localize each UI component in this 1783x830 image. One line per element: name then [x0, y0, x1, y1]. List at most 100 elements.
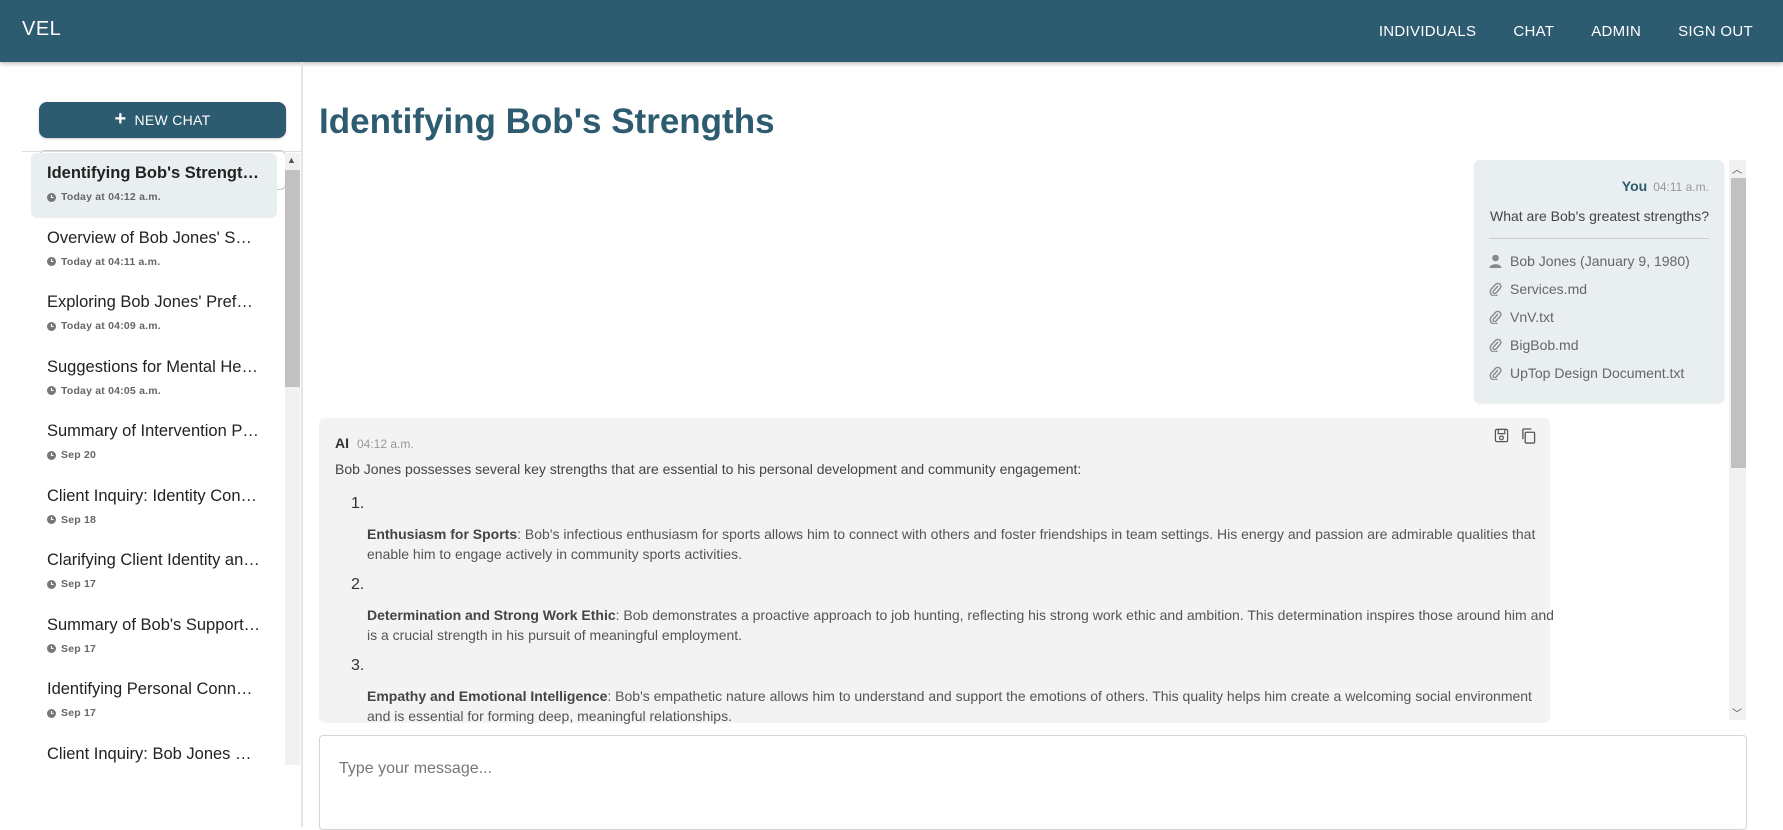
clock-icon: [47, 515, 56, 524]
clock-icon: [47, 579, 56, 589]
list-number: 1.: [351, 495, 365, 512]
messages-scrollbar-thumb[interactable]: [1731, 178, 1746, 468]
new-chat-button[interactable]: + NEW CHAT: [39, 102, 286, 138]
paperclip-icon: [1489, 366, 1502, 380]
main-nav: INDIVIDUALS CHAT ADMIN SIGN OUT: [1379, 0, 1753, 62]
chat-list-item[interactable]: Summary of Intervention Plan Sep 20: [31, 411, 277, 476]
context-person-label: Bob Jones (January 9, 1980): [1510, 253, 1690, 269]
chat-list: Identifying Bob's Strengths Today at 04:…: [31, 153, 277, 765]
clock-icon: [47, 386, 56, 395]
chat-time: Sep 17: [47, 643, 277, 655]
ai-message-bubble: AI 04:12 a.m. Bob Jones possesses severa…: [319, 418, 1554, 726]
message-input[interactable]: [339, 760, 1719, 800]
chat-title: Client Inquiry: Bob Jones Details: [47, 744, 261, 763]
ai-strengths-list: 1. Enthusiasm for Sports: Bob's infectio…: [335, 495, 1554, 726]
chat-list-item-active[interactable]: Identifying Bob's Strengths Today at 04:…: [31, 153, 277, 218]
user-message-text: What are Bob's greatest strengths?: [1489, 208, 1709, 224]
paperclip-icon: [1489, 338, 1502, 352]
message-actions: [1494, 428, 1536, 444]
scroll-up-arrow-icon[interactable]: ▲: [287, 155, 296, 165]
paperclip-icon: [1489, 282, 1502, 296]
list-item-heading: Empathy and Emotional Intelligence: [367, 688, 608, 704]
chat-title: Overview of Bob Jones' Support Services: [47, 228, 261, 247]
message-composer: [319, 735, 1747, 830]
chat-title: Client Inquiry: Identity Confirmation: [47, 486, 261, 505]
new-chat-label: NEW CHAT: [134, 112, 211, 128]
chat-list-item[interactable]: Identifying Personal Connections Sep 17: [31, 669, 277, 734]
nav-admin[interactable]: ADMIN: [1591, 23, 1641, 40]
user-message-bubble: You 04:11 a.m. What are Bob's greatest st…: [1474, 160, 1724, 403]
chat-time: Today at 04:05 a.m.: [47, 385, 277, 397]
context-person[interactable]: Bob Jones (January 9, 1980): [1489, 247, 1709, 275]
chat-time-text: Today at 04:09 a.m.: [61, 320, 161, 332]
attachment-item[interactable]: Services.md: [1489, 275, 1709, 303]
chat-list-item[interactable]: Exploring Bob Jones' Preferences Today a…: [31, 282, 277, 347]
chat-time: Sep 20: [47, 449, 277, 461]
clock-icon: [47, 321, 56, 331]
save-icon[interactable]: [1494, 428, 1509, 443]
list-number: 3.: [351, 657, 365, 674]
top-navbar: VEL INDIVIDUALS CHAT ADMIN SIGN OUT: [0, 0, 1783, 62]
attachment-item[interactable]: UpTop Design Document.txt: [1489, 359, 1709, 387]
attachment-item[interactable]: VnV.txt: [1489, 303, 1709, 331]
attachment-item[interactable]: BigBob.md: [1489, 331, 1709, 359]
chat-title: Summary of Bob's Support Network: [47, 615, 261, 634]
attachment-name: UpTop Design Document.txt: [1510, 365, 1685, 381]
message-time: 04:12 a.m.: [357, 437, 414, 451]
list-item-heading: Determination and Strong Work Ethic: [367, 607, 616, 623]
list-item-text: Empathy and Emotional Intelligence: Bob'…: [367, 686, 1557, 726]
nav-chat[interactable]: CHAT: [1513, 23, 1554, 40]
chat-time-text: Sep 17: [61, 578, 97, 590]
clock-icon: [47, 450, 56, 460]
chat-list-item[interactable]: Clarifying Client Identity and Needs Sep…: [31, 540, 277, 605]
list-item: 3. Empathy and Emotional Intelligence: B…: [351, 657, 1534, 726]
chat-title: Exploring Bob Jones' Preferences: [47, 293, 261, 311]
chat-time-text: Sep 17: [61, 642, 97, 655]
sidebar-scrollbar-thumb[interactable]: [285, 170, 300, 387]
chat-time: Today at 04:12 a.m.: [47, 191, 277, 203]
chat-list-item[interactable]: Client Inquiry: Bob Jones Details: [31, 734, 277, 766]
list-item-text: Determination and Strong Work Ethic: Bob…: [367, 605, 1557, 645]
chat-time-text: Sep 17: [61, 707, 97, 719]
chat-time: Today at 04:09 a.m.: [47, 320, 277, 332]
person-icon: [1489, 254, 1502, 268]
message-header: AI 04:12 a.m.: [335, 435, 1534, 451]
chat-time-text: Today at 04:11 a.m.: [61, 255, 161, 268]
attachment-name: VnV.txt: [1510, 309, 1554, 325]
list-item: 2. Determination and Strong Work Ethic: …: [351, 576, 1554, 645]
brand-logo[interactable]: VEL: [22, 18, 61, 41]
chat-time-text: Today at 04:12 a.m.: [61, 191, 161, 203]
sidebar-divider: [22, 151, 303, 152]
list-item: 1. Enthusiasm for Sports: Bob's infectio…: [351, 495, 1535, 564]
chevron-up-icon[interactable]: ︿: [1732, 161, 1742, 176]
chat-list-item[interactable]: Client Inquiry: Identity Confirmation Se…: [31, 476, 277, 541]
chat-title: Clarifying Client Identity and Needs: [47, 551, 261, 569]
ai-intro-text: Bob Jones possesses several key strength…: [335, 461, 1082, 477]
nav-sign-out[interactable]: SIGN OUT: [1678, 23, 1753, 40]
chat-list-item[interactable]: Suggestions for Mental Health Support To…: [31, 347, 277, 412]
plus-icon: +: [114, 108, 127, 130]
message-author: AI: [335, 435, 349, 451]
message-divider: [1489, 238, 1709, 239]
list-number: 2.: [351, 576, 365, 593]
chat-title: Identifying Personal Connections: [47, 680, 261, 698]
message-header: You 04:11 a.m.: [1489, 178, 1709, 196]
attachment-name: BigBob.md: [1510, 337, 1579, 353]
chat-list-item[interactable]: Overview of Bob Jones' Support Services …: [31, 218, 277, 283]
chat-time-text: Today at 04:05 a.m.: [61, 384, 161, 397]
chat-title: Summary of Intervention Plan: [47, 422, 261, 440]
chat-title: Identifying Bob's Strengths: [47, 164, 261, 182]
nav-individuals[interactable]: INDIVIDUALS: [1379, 23, 1477, 40]
copy-icon[interactable]: [1521, 428, 1536, 444]
chat-time: Sep 17: [47, 707, 277, 719]
chat-list-item[interactable]: Summary of Bob's Support Network Sep 17: [31, 605, 277, 670]
list-item-heading: Enthusiasm for Sports: [367, 526, 518, 542]
clock-icon: [47, 192, 56, 202]
clock-icon: [47, 708, 56, 718]
chat-time: Today at 04:11 a.m.: [47, 256, 277, 268]
message-author: You: [1621, 178, 1648, 194]
chevron-down-icon[interactable]: ﹀: [1732, 705, 1742, 720]
page-title: Identifying Bob's Strengths: [319, 102, 775, 141]
clock-icon: [47, 644, 56, 653]
chat-time: Sep 17: [47, 578, 277, 590]
